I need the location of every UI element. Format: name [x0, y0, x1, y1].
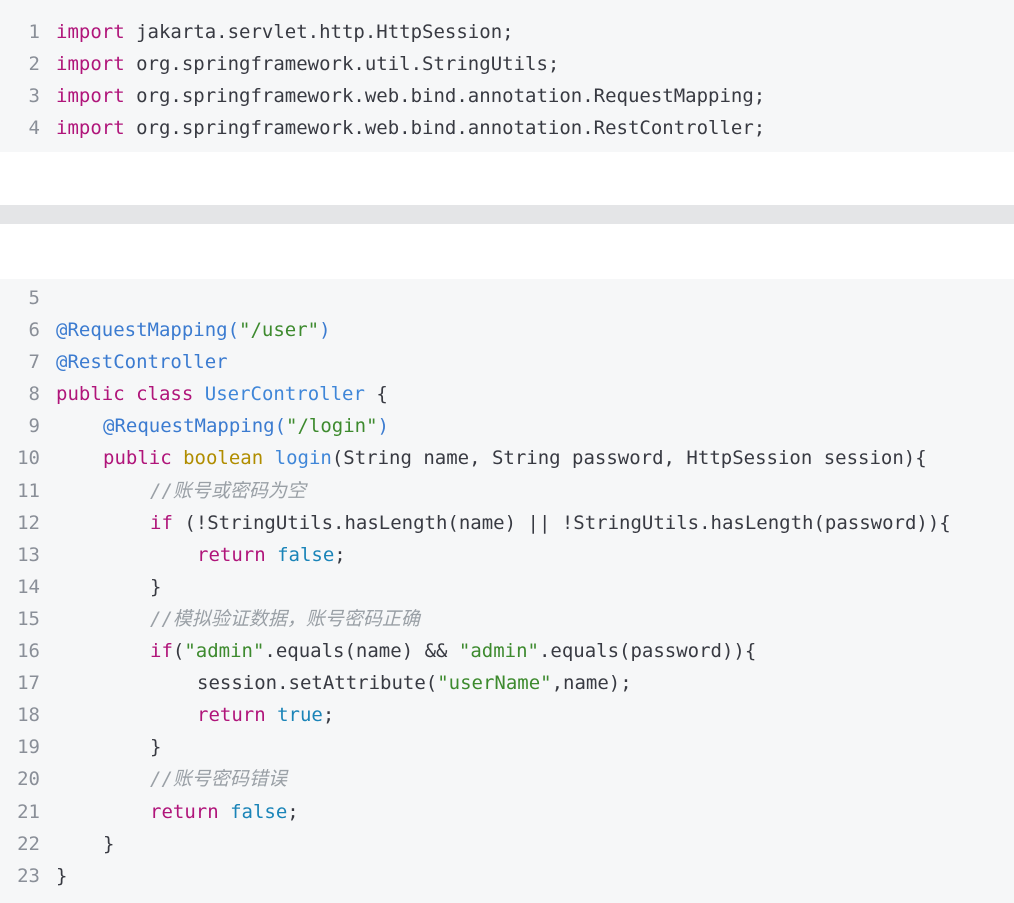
- code-line: 13 return false;: [0, 539, 1014, 571]
- keyword: class: [136, 383, 194, 406]
- code-line: 6 @RequestMapping("/user"): [0, 314, 1014, 346]
- code-line: 22}: [0, 828, 1014, 860]
- line-number: 22: [17, 832, 40, 855]
- code-line: 16 if("admin".equals(name) && "admin".equ…: [0, 635, 1014, 667]
- keyword: return: [197, 543, 266, 566]
- code-text: ;: [322, 704, 335, 727]
- line-number: 15: [17, 607, 40, 630]
- code-text: (: [172, 640, 185, 663]
- code-line: 15 //模拟验证数据，账号密码正确: [0, 603, 1014, 635]
- line-number: 6: [28, 319, 40, 342]
- code-text: }: [56, 864, 68, 887]
- divider: [0, 205, 1014, 224]
- line-number: 3: [28, 85, 40, 108]
- code-line: 10 public boolean login(String name, Stri…: [0, 442, 1014, 474]
- code-text: {: [364, 383, 388, 406]
- string-literal: "admin": [458, 640, 539, 663]
- string-literal: "userName": [437, 672, 552, 695]
- code-text: .equals(password)){: [538, 640, 757, 663]
- line-number: 12: [17, 511, 40, 534]
- string-literal: "admin": [184, 640, 265, 663]
- line-number: 7: [28, 351, 40, 374]
- comment: //模拟验证数据，账号密码正确: [150, 607, 420, 630]
- keyword: import: [56, 117, 125, 140]
- line-number: 4: [28, 117, 40, 140]
- code-text: (!StringUtils.hasLength(name) || !String…: [172, 511, 951, 534]
- code-line: 2 import org.springframework.util.StringU…: [0, 48, 1014, 80]
- code-line: 20 //账号密码错误: [0, 763, 1014, 795]
- method-name: login: [274, 447, 332, 470]
- boolean-literal: false: [230, 800, 288, 823]
- comment: //账号或密码为空: [150, 479, 306, 502]
- keyword: import: [56, 85, 125, 108]
- code-line: 21 return false;: [0, 796, 1014, 828]
- code-line: 4 import org.springframework.web.bind.ann…: [0, 112, 1014, 144]
- keyword: if: [150, 511, 173, 534]
- line-number: 20: [17, 768, 40, 791]
- code-line: 1 import jakarta.servlet.http.HttpSession…: [0, 16, 1014, 48]
- code-line: 5: [0, 282, 1014, 314]
- code-text: ;: [287, 800, 299, 823]
- boolean-literal: true: [277, 704, 323, 727]
- line-number: 2: [28, 53, 40, 76]
- comment: //账号密码错误: [150, 768, 287, 791]
- annotation: @RequestMapping(: [56, 319, 240, 342]
- code-block-controller: 5 6 @RequestMapping("/user") 7 @RestContro…: [0, 279, 1014, 903]
- code-line: 17 session.setAttribute("userName",name);: [0, 667, 1014, 699]
- code-line: 7 @RestController: [0, 346, 1014, 378]
- keyword: return: [197, 704, 266, 727]
- line-number: 23: [17, 864, 40, 887]
- line-number: 19: [17, 736, 40, 759]
- code-line: 3 import org.springframework.web.bind.ann…: [0, 80, 1014, 112]
- code-text: }: [103, 832, 115, 855]
- annotation: @RestController: [56, 351, 228, 374]
- code-text: org.springframework.web.bind.annotation.…: [124, 85, 766, 108]
- line-number: 5: [28, 287, 40, 309]
- line-number: 21: [17, 800, 40, 823]
- code-line: 8 public class UserController {: [0, 378, 1014, 410]
- string-literal: "/user": [239, 319, 320, 342]
- code-block-imports: 1 import jakarta.servlet.http.HttpSession…: [0, 0, 1014, 152]
- code-text: org.springframework.util.StringUtils;: [124, 53, 560, 76]
- annotation: ): [319, 319, 331, 342]
- keyword: import: [56, 21, 125, 43]
- code-text: ;: [334, 543, 346, 566]
- line-number: 13: [17, 543, 40, 566]
- line-number: 11: [17, 479, 40, 502]
- code-text: session.setAttribute(: [197, 672, 438, 695]
- code-text: ,name);: [551, 672, 632, 695]
- keyword: import: [56, 53, 125, 76]
- string-literal: "/login": [286, 415, 378, 438]
- code-line: 23}: [0, 860, 1014, 892]
- type-keyword: boolean: [183, 447, 264, 470]
- annotation: @RequestMapping(: [103, 415, 287, 438]
- boolean-literal: false: [277, 543, 335, 566]
- annotation: ): [377, 415, 389, 438]
- code-line: 9 @RequestMapping("/login"): [0, 410, 1014, 442]
- line-number: 9: [28, 415, 40, 438]
- line-number: 1: [28, 21, 40, 43]
- code-line: 12 if (!StringUtils.hasLength(name) || !S…: [0, 507, 1014, 539]
- code-text: }: [150, 736, 162, 759]
- line-number: 14: [17, 575, 40, 598]
- code-text: org.springframework.web.bind.annotation.…: [124, 117, 766, 140]
- code-line: 18 return true;: [0, 699, 1014, 731]
- keyword: if: [150, 640, 173, 663]
- code-line: 11 //账号或密码为空: [0, 475, 1014, 507]
- keyword: public: [56, 383, 125, 406]
- line-number: 16: [17, 640, 40, 663]
- code-text: (String name, String password, HttpSessi…: [331, 447, 927, 470]
- code-text: }: [150, 575, 162, 598]
- code-line: 14}: [0, 571, 1014, 603]
- keyword: public: [103, 447, 172, 470]
- line-number: 10: [17, 447, 40, 470]
- code-text: .equals(name) &&: [264, 640, 459, 663]
- class-name: UserController: [204, 383, 365, 406]
- code-line: 19}: [0, 731, 1014, 763]
- line-number: 17: [17, 672, 40, 695]
- line-number: 8: [28, 383, 40, 406]
- code-text: jakarta.servlet.http.HttpSession;: [124, 21, 514, 43]
- line-number: 18: [17, 704, 40, 727]
- keyword: return: [150, 800, 219, 823]
